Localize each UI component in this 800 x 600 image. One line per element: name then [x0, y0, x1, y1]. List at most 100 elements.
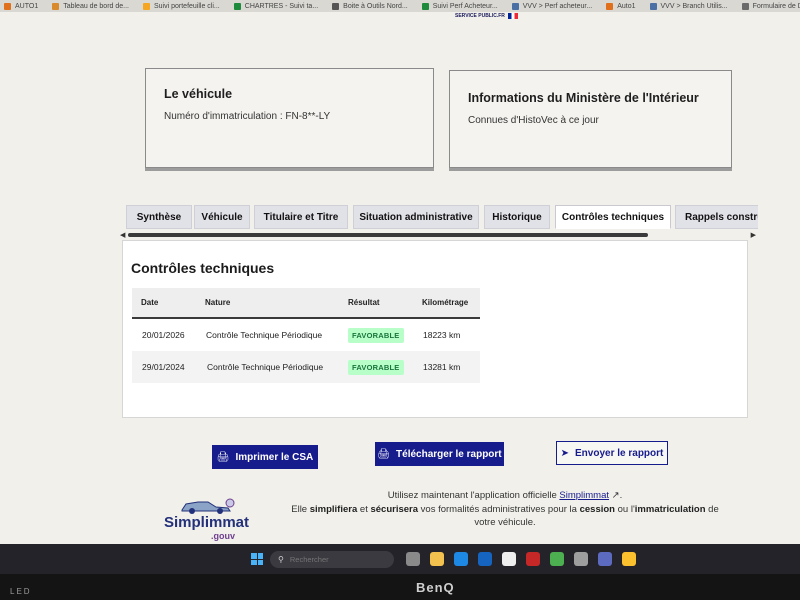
service-public-logo[interactable]: SERVICE PUBLIC.FR — [455, 13, 518, 19]
simplimmat-link[interactable]: Simplimmat — [559, 490, 609, 501]
tab-titulaire[interactable]: Titulaire et Titre — [254, 205, 348, 229]
taskbar-app-icon[interactable] — [502, 552, 516, 566]
tab-historique[interactable]: Historique — [484, 205, 550, 229]
row-mileage: 13281 km — [423, 362, 461, 372]
taskbar-app-icon[interactable] — [406, 552, 420, 566]
benq-logo: BenQ — [416, 580, 455, 595]
bookmark-item[interactable]: Suivi Perf Acheteur... — [421, 2, 498, 10]
promo-line2: et — [359, 503, 368, 515]
header-date: Date — [141, 298, 159, 307]
simplimmat-logo[interactable]: Simplimmat .gouv — [156, 492, 260, 544]
bookmark-favicon-icon — [4, 2, 11, 10]
header-result: Résultat — [348, 298, 380, 307]
tab-situation-administrative[interactable]: Situation administrative — [353, 205, 479, 229]
bookmark-label: CHARTRES - Suivi ta... — [244, 2, 319, 10]
french-flag-icon — [507, 13, 518, 19]
bookmark-item[interactable]: VVV > Branch Utilis... — [649, 2, 728, 10]
taskbar-search[interactable]: ⚲ — [270, 551, 394, 568]
controles-techniques-panel: Contrôles techniques Date Nature Résulta… — [122, 240, 748, 418]
tab-synthese[interactable]: Synthèse — [126, 205, 192, 229]
simplimmat-gouv: .gouv — [211, 531, 235, 541]
bookmark-favicon-icon — [233, 2, 241, 10]
windows-start-icon[interactable] — [251, 553, 263, 565]
tab-vehicule[interactable]: Véhicule — [194, 205, 250, 229]
bookmark-favicon-icon — [606, 2, 614, 10]
bookmark-item[interactable]: AUTO1 — [4, 2, 38, 10]
tab-controles-techniques[interactable]: Contrôles techniques — [555, 205, 671, 229]
row-date: 29/01/2024 — [142, 362, 185, 372]
taskbar-app-icon[interactable] — [598, 552, 612, 566]
taskbar-app-icon[interactable] — [550, 552, 564, 566]
bookmark-favicon-icon — [332, 2, 340, 10]
taskbar-app-icon[interactable] — [430, 552, 444, 566]
bookmark-item[interactable]: Boite à Outils Nord... — [332, 2, 408, 10]
panel-title: Contrôles techniques — [131, 260, 275, 276]
controles-table: Date Nature Résultat Kilométrage 20/01/2… — [132, 288, 480, 383]
taskbar-app-icon[interactable] — [526, 552, 540, 566]
tab-rappels-constructeur[interactable]: Rappels constructeur — [675, 205, 758, 229]
promo-bold: sécurisera — [370, 503, 419, 515]
web-page: SERVICE PUBLIC.FR Le véhicule Numéro d'i… — [0, 12, 800, 544]
scroll-thumb[interactable] — [128, 233, 648, 237]
promo-line2: ou l' — [617, 503, 635, 515]
bookmarks-bar: AUTO1 Tableau de bord de... Suivi portefeu… — [0, 0, 800, 12]
bookmark-favicon-icon — [511, 2, 519, 10]
tab-scrollbar[interactable]: ◀ ▶ — [120, 231, 756, 239]
promo-bold: simplifiera — [309, 503, 358, 515]
registration-number: Numéro d'immatriculation : FN-8**-LY — [164, 111, 331, 122]
simplimmat-brand: Simplimmat — [164, 514, 250, 531]
ministry-card-subtitle: Connues d'HistoVec à ce jour — [468, 115, 599, 126]
promo-line1: Utilisez maintenant l'application offici… — [387, 490, 557, 501]
promo-line3: votre véhicule. — [474, 517, 536, 528]
tab-bar: Synthèse Véhicule Titulaire et Titre Sit… — [126, 205, 758, 229]
promo-line1-end: . — [619, 490, 623, 501]
bookmark-label: Formulaire de Dem... — [752, 2, 800, 10]
row-nature: Contrôle Technique Périodique — [207, 362, 324, 372]
printer-icon: 🖨 — [216, 451, 230, 463]
scroll-right-icon[interactable]: ▶ — [751, 231, 756, 239]
row-mileage: 18223 km — [423, 330, 461, 340]
led-label: LED — [10, 587, 32, 596]
promo-bold: immatriculation — [634, 503, 706, 515]
ministry-card-title: Informations du Ministère de l'Intérieur — [468, 91, 699, 105]
taskbar-app-icon[interactable] — [478, 552, 492, 566]
external-link-icon: ↗ — [611, 490, 620, 501]
bookmark-label: VVV > Branch Utilis... — [660, 2, 728, 10]
send-arrow-icon: ➤ — [560, 447, 570, 459]
promo-line2: vos formalités administratives pour la — [420, 503, 577, 515]
taskbar-app-icon[interactable] — [622, 552, 636, 566]
bookmark-label: Suivi Perf Acheteur... — [432, 2, 498, 10]
row-nature: Contrôle Technique Périodique — [206, 330, 323, 340]
search-icon: ⚲ — [278, 555, 284, 564]
printer-icon: 🖨 — [377, 448, 391, 460]
vehicle-card-title: Le véhicule — [164, 87, 233, 101]
download-report-label: Télécharger le rapport — [396, 448, 502, 460]
taskbar-app-icon[interactable] — [574, 552, 588, 566]
bookmark-item[interactable]: CHARTRES - Suivi ta... — [233, 2, 319, 10]
vehicle-card: Le véhicule Numéro d'immatriculation : F… — [145, 68, 434, 168]
table-header: Date Nature Résultat Kilométrage — [132, 288, 480, 319]
send-report-button[interactable]: ➤ Envoyer le rapport — [556, 441, 668, 465]
table-row: 20/01/2026 Contrôle Technique Périodique… — [132, 319, 480, 351]
taskbar: ⚲ — [0, 544, 800, 574]
scroll-left-icon[interactable]: ◀ — [120, 231, 125, 239]
bookmark-favicon-icon — [741, 2, 749, 10]
bookmark-item[interactable]: Tableau de bord de... — [52, 2, 129, 10]
bookmark-item[interactable]: Formulaire de Dem... — [741, 2, 800, 10]
bookmark-favicon-icon — [649, 2, 657, 10]
bookmark-label: Suivi portefeuille cli... — [154, 2, 220, 10]
result-badge: FAVORABLE — [348, 327, 404, 343]
bookmark-item[interactable]: Auto1 — [606, 2, 636, 10]
taskbar-search-input[interactable] — [289, 555, 380, 564]
bookmark-item[interactable]: Suivi portefeuille cli... — [143, 2, 220, 10]
monitor-bezel: LED BenQ — [0, 574, 800, 600]
car-icon — [181, 498, 235, 514]
promo-line2: Elle — [291, 503, 308, 515]
header-nature: Nature — [205, 298, 231, 307]
bookmark-item[interactable]: VVV > Perf acheteur... — [511, 2, 592, 10]
download-report-button[interactable]: 🖨 Télécharger le rapport — [375, 442, 504, 466]
taskbar-app-icon[interactable] — [454, 552, 468, 566]
ministry-card: Informations du Ministère de l'Intérieur… — [449, 70, 732, 168]
send-report-label: Envoyer le rapport — [575, 447, 664, 459]
print-csa-button[interactable]: 🖨 Imprimer le CSA — [212, 445, 318, 469]
